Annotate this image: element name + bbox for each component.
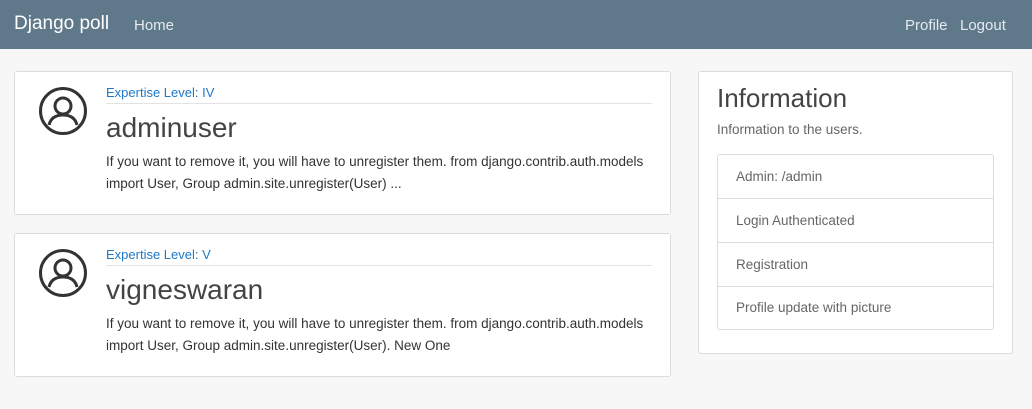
post-card: Expertise Level: V vigneswaran If you wa… — [14, 233, 671, 377]
list-item: Login Authenticated — [718, 199, 993, 243]
nav-profile-link[interactable]: Profile — [905, 17, 948, 35]
list-item: Registration — [718, 243, 993, 287]
list-item: Profile update with picture — [736, 300, 892, 315]
post-username[interactable]: adminuser — [106, 112, 237, 144]
post-username[interactable]: vigneswaran — [106, 274, 263, 306]
post-excerpt: If you want to remove it, you will have … — [106, 154, 644, 191]
sidebar-title: Information — [717, 83, 848, 113]
post-card: Expertise Level: IV adminuser If you wan… — [14, 71, 671, 215]
user-circle-icon — [39, 87, 87, 135]
user-circle-icon — [39, 249, 87, 297]
post-excerpt: If you want to remove it, you will have … — [106, 316, 644, 353]
list-item: Admin: /admin — [718, 155, 993, 199]
nav-home-link[interactable]: Home — [134, 17, 174, 35]
brand-link[interactable]: Django poll — [14, 13, 109, 35]
nav-logout-link[interactable]: Logout — [960, 17, 1006, 35]
top-navbar: Django poll Home Profile Logout — [0, 0, 1032, 49]
information-sidebar: Information Information to the users. Ad… — [698, 71, 1013, 354]
expertise-level-link[interactable]: Expertise Level: V — [106, 247, 652, 266]
information-list: Admin: /admin Login Authenticated Regist… — [717, 154, 994, 330]
expertise-level-link[interactable]: Expertise Level: IV — [106, 85, 652, 104]
sidebar-description: Information to the users. — [717, 122, 863, 137]
